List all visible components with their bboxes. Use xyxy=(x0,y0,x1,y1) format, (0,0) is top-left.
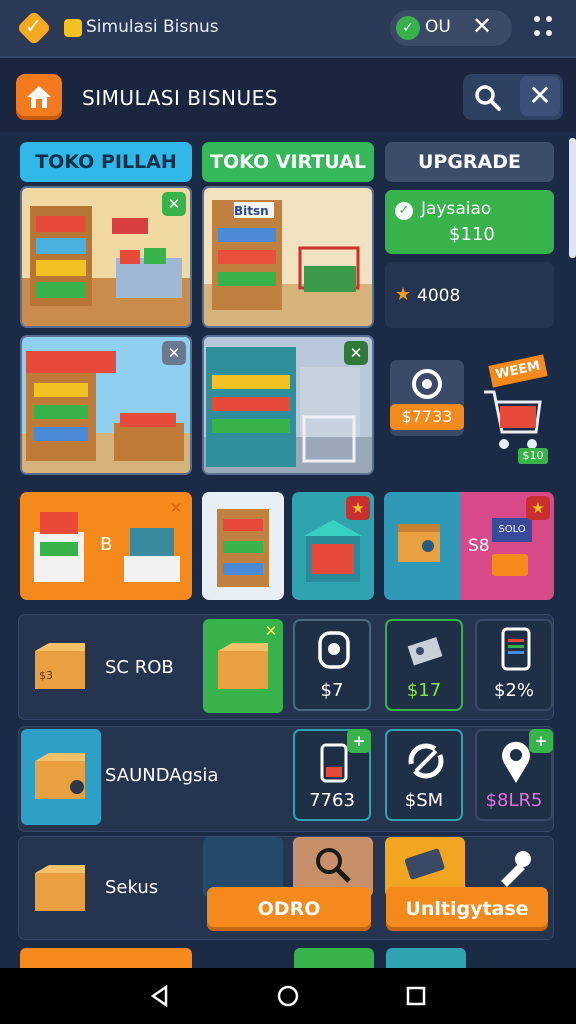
scrollbar-thumb[interactable] xyxy=(569,138,576,258)
box-label: $3 xyxy=(39,669,53,682)
store-card-1[interactable]: ✕ xyxy=(20,186,192,328)
list-row-2[interactable]: SAUNDAgsia + 7763 $SM + $8LR5 xyxy=(18,726,554,832)
add-badge-icon[interactable]: + xyxy=(529,729,553,753)
mini-card-value: $8LR5 xyxy=(485,790,543,811)
category-card-white[interactable] xyxy=(202,492,284,600)
mini-card-value: 7763 xyxy=(309,790,355,811)
verified-icon: ✓ xyxy=(396,16,420,40)
mini-card-phone[interactable]: $2% xyxy=(475,619,553,711)
store-sign: Bitsn xyxy=(234,204,269,218)
home-button[interactable] xyxy=(16,74,62,120)
card-corner-close-icon[interactable]: ✕ xyxy=(162,192,186,216)
mini-card-battery[interactable]: + 7763 xyxy=(293,729,371,821)
upgrade-item-price: $7733 xyxy=(390,404,464,430)
status-app-title: Simulasi Bisnus xyxy=(86,17,219,37)
phone-icon xyxy=(501,627,531,671)
package-icon xyxy=(35,643,85,689)
package-icon xyxy=(35,753,85,799)
home-nav-icon[interactable] xyxy=(276,984,300,1008)
store-card-4[interactable]: ✕ xyxy=(202,335,374,475)
small-app-icon xyxy=(64,19,82,37)
upgrade-button[interactable]: Unltigytase xyxy=(386,887,548,931)
row-label: Sekus xyxy=(105,877,159,898)
store-card-2[interactable]: Bitsn xyxy=(202,186,374,328)
upgrade-offer-button[interactable]: ✓ Jaysaiao $110 xyxy=(385,190,554,254)
row-label: SC ROB xyxy=(105,657,174,678)
stat-value: 4008 xyxy=(417,286,461,306)
refresh-icon xyxy=(408,743,444,779)
shopping-cart-icon: WEEM $10 xyxy=(480,354,552,464)
system-nav-bar xyxy=(0,968,576,1024)
mini-card-value: $17 xyxy=(406,680,442,701)
status-bar: ✓ Simulasi Bisnus ✓ OU ✕ xyxy=(0,0,576,56)
app-header: SIMULASI BISNUES ✕ xyxy=(0,56,576,132)
card-corner-badge[interactable]: ★ xyxy=(346,496,370,520)
tab-toko-pillah[interactable]: TOKO PILLAH xyxy=(20,142,192,182)
shop-cart-illustration xyxy=(204,200,372,326)
card-corner-close-icon[interactable]: ✕ xyxy=(259,619,283,643)
category-card-orange[interactable]: B ✕ xyxy=(20,492,192,600)
add-badge-icon[interactable]: + xyxy=(347,729,371,753)
package-icon xyxy=(35,865,85,911)
home-icon xyxy=(27,86,51,108)
category-label-s8: S8 xyxy=(468,536,490,556)
magnifier-icon xyxy=(316,848,351,883)
card-corner-close-icon[interactable]: ✕ xyxy=(344,341,368,365)
tool-icon xyxy=(501,851,531,887)
more-menu-icon[interactable] xyxy=(534,14,556,42)
card-corner-close-icon[interactable]: ✕ xyxy=(164,496,188,520)
mini-card-projector[interactable]: $17 xyxy=(385,619,463,711)
back-icon[interactable] xyxy=(148,984,172,1008)
tab-upgrade[interactable]: UPGRADE xyxy=(385,142,554,182)
order-button[interactable]: ODRO xyxy=(207,887,371,931)
row-icon-tile xyxy=(21,729,101,825)
package-icon xyxy=(218,643,268,689)
shelf-icon xyxy=(217,509,269,587)
package-icon xyxy=(398,524,440,562)
mini-card-robot[interactable]: $7 xyxy=(293,619,371,711)
card-corner-close-icon[interactable]: ✕ xyxy=(162,341,186,365)
projector-icon xyxy=(407,637,443,666)
robot-icon xyxy=(412,369,442,399)
mini-card-location[interactable]: + $8LR5 xyxy=(475,729,553,821)
stat-panel: ★ 4008 xyxy=(385,262,554,328)
recents-icon[interactable] xyxy=(404,984,428,1008)
store-card-3[interactable]: ✕ xyxy=(20,335,192,475)
upgrade-offer-title: Jaysaiao xyxy=(421,199,492,219)
category-card-split[interactable]: S8 SOLO ★ xyxy=(384,492,554,600)
close-button[interactable]: ✕ xyxy=(520,76,560,116)
kiosk-icon xyxy=(304,520,362,582)
mini-card-value: $7 xyxy=(320,680,344,701)
row-box-tile[interactable]: ✕ xyxy=(203,619,283,713)
robot-icon xyxy=(318,631,350,669)
category-label-b: B xyxy=(100,534,113,555)
mini-card-refresh[interactable]: $SM xyxy=(385,729,463,821)
check-icon: ✓ xyxy=(25,14,42,38)
credit-card-icon xyxy=(404,848,445,880)
upgrade-offer-price: $110 xyxy=(449,224,495,245)
category-card-teal[interactable]: ★ xyxy=(292,492,374,600)
upgrade-item-card[interactable]: $7733 xyxy=(390,360,464,436)
mini-card-value: $2% xyxy=(493,680,534,701)
tab-toko-virtual[interactable]: TOKO VIRTUAL xyxy=(202,142,374,182)
status-pill-text: OU xyxy=(425,17,451,37)
page-title: SIMULASI BISNUES xyxy=(82,86,278,110)
card-corner-badge[interactable]: ★ xyxy=(526,496,550,520)
next-row-preview xyxy=(20,948,554,968)
list-row-1[interactable]: $3 SC ROB ✕ $7 $17 $2% xyxy=(18,614,554,720)
crossed-tools-icon[interactable]: ✕ xyxy=(472,12,492,40)
crate-icon xyxy=(492,554,528,576)
star-icon: ★ xyxy=(395,284,412,305)
mini-card-value: $SM xyxy=(404,790,444,811)
cart-price: $10 xyxy=(518,448,548,464)
row-label: SAUNDAgsia xyxy=(105,765,219,786)
search-icon[interactable] xyxy=(468,78,508,118)
category-tag: SOLO xyxy=(492,518,532,542)
battery-icon xyxy=(320,743,348,783)
check-icon: ✓ xyxy=(395,202,413,220)
